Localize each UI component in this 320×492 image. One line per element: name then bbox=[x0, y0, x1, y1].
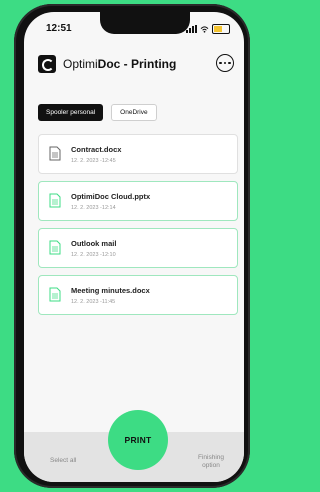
select-all-button[interactable]: Select all bbox=[50, 457, 76, 464]
document-date: 12. 2. 2023 -12:45 bbox=[71, 158, 116, 164]
document-list: Contract.docx 12. 2. 2023 -12:45 OptimiD… bbox=[38, 134, 238, 322]
optimidoc-logo-icon bbox=[38, 55, 56, 73]
battery-icon bbox=[212, 24, 230, 34]
more-options-icon[interactable] bbox=[216, 54, 234, 72]
document-date: 12. 2. 2023 -12:10 bbox=[71, 252, 116, 258]
document-name: OptimiDoc Cloud.pptx bbox=[71, 192, 151, 201]
finishing-option-button[interactable]: Finishing option bbox=[194, 454, 228, 470]
document-icon bbox=[49, 287, 61, 302]
signal-icon bbox=[186, 25, 197, 33]
list-item[interactable]: Outlook mail 12. 2. 2023 -12:10 bbox=[38, 228, 238, 268]
document-name: Contract.docx bbox=[71, 145, 122, 154]
tab-onedrive[interactable]: OneDrive bbox=[111, 104, 157, 121]
app-header: OptimiDoc - Printing bbox=[38, 53, 238, 75]
document-icon bbox=[49, 240, 61, 255]
brand-regular: Optimi bbox=[63, 57, 98, 71]
document-name: Meeting minutes.docx bbox=[71, 286, 150, 295]
finishing-option-line1: Finishing bbox=[197, 454, 224, 461]
brand-bold: Doc bbox=[97, 57, 121, 71]
print-button[interactable]: PRINT bbox=[108, 410, 168, 470]
finishing-option-line2: option bbox=[202, 462, 220, 469]
title-suffix: - Printing bbox=[120, 57, 177, 71]
document-icon bbox=[49, 146, 61, 161]
tab-spooler-personal[interactable]: Spooler personal bbox=[38, 104, 104, 121]
notch bbox=[100, 12, 190, 34]
status-icons bbox=[186, 24, 230, 34]
wifi-icon bbox=[200, 25, 209, 33]
source-tabs: Spooler personal OneDrive bbox=[38, 104, 157, 121]
document-date: 12. 2. 2023 -11:45 bbox=[71, 299, 116, 305]
document-date: 12. 2. 2023 -12:14 bbox=[71, 205, 116, 211]
document-name: Outlook mail bbox=[71, 239, 117, 248]
app-screen: 12:51 OptimiDoc - Printing Spooler perso… bbox=[24, 12, 244, 482]
list-item[interactable]: Meeting minutes.docx 12. 2. 2023 -11:45 bbox=[38, 275, 238, 315]
list-item[interactable]: Contract.docx 12. 2. 2023 -12:45 bbox=[38, 134, 238, 174]
document-icon bbox=[49, 193, 61, 208]
status-time: 12:51 bbox=[46, 23, 72, 34]
list-item[interactable]: OptimiDoc Cloud.pptx 12. 2. 2023 -12:14 bbox=[38, 181, 238, 221]
page-title: OptimiDoc - Printing bbox=[63, 57, 176, 71]
